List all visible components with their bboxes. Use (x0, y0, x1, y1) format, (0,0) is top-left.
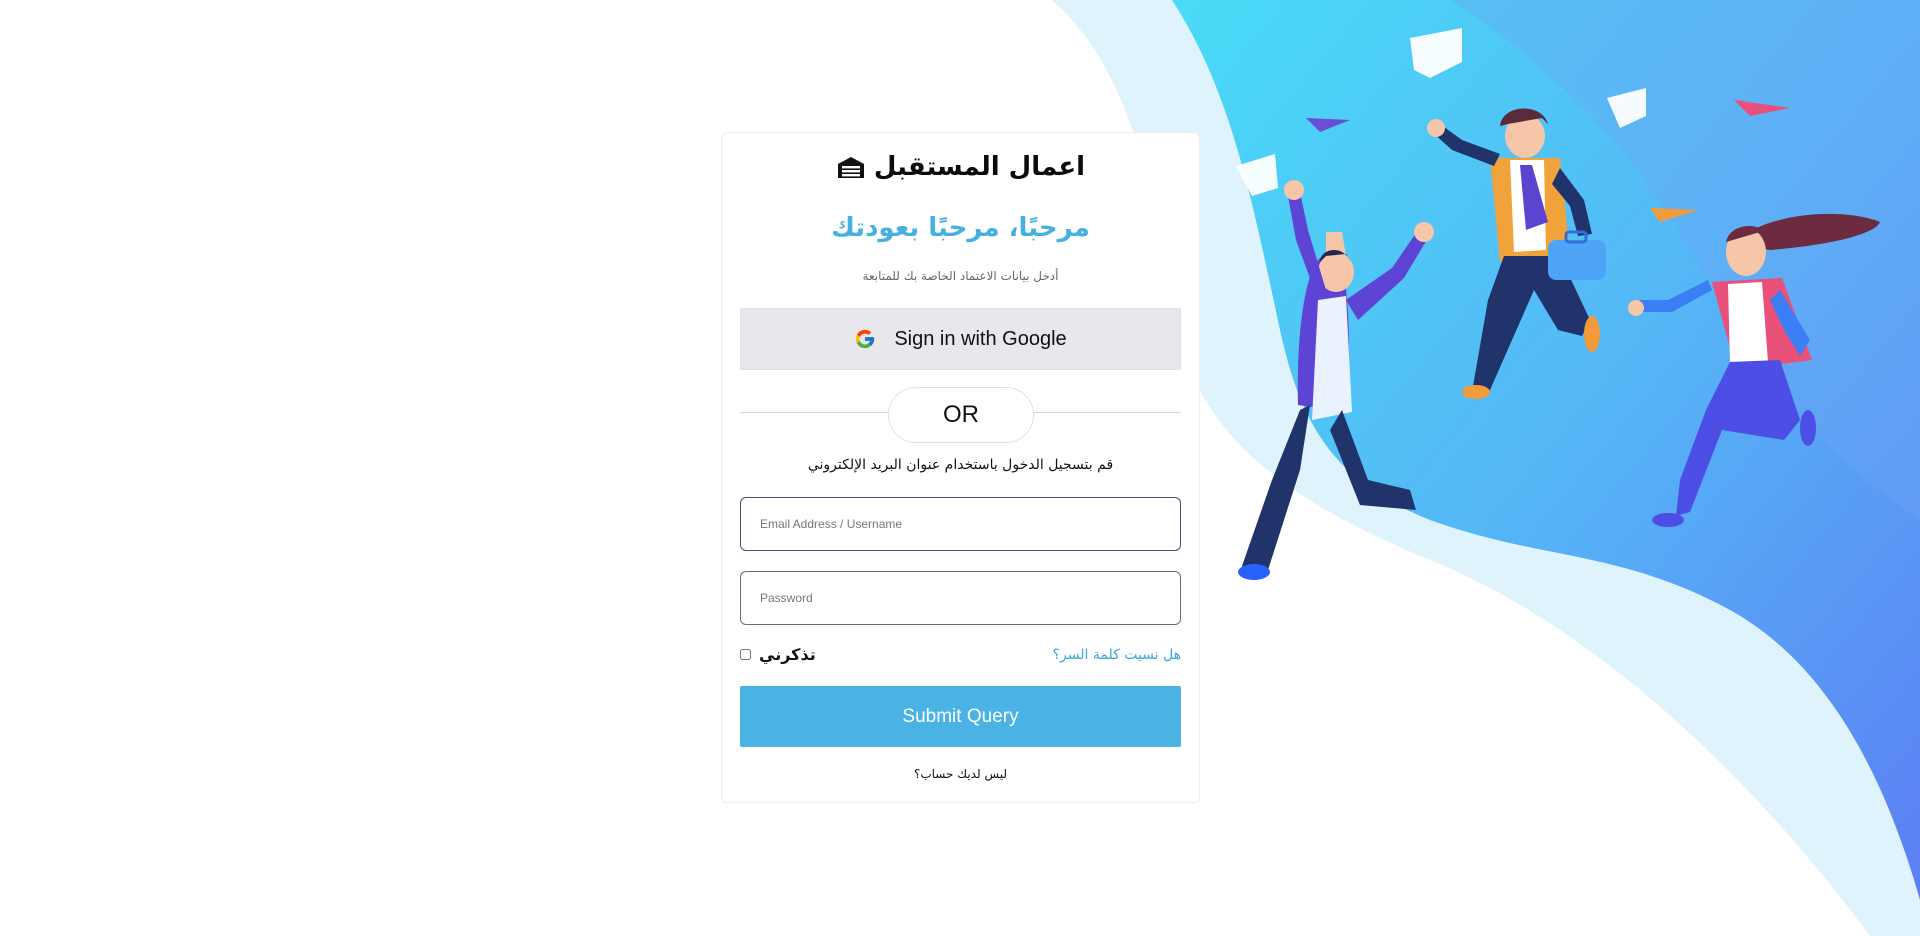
or-divider: OR (888, 387, 1034, 443)
login-card: اعمال المستقبل مرحبًا، مرحبًا بعودتك أدخ… (721, 132, 1200, 803)
welcome-heading: مرحبًا، مرحبًا بعودتك (831, 213, 1090, 243)
brand-header: اعمال المستقبل (722, 147, 1199, 187)
remember-me-label[interactable]: تذكرني (759, 645, 816, 664)
remember-me: تذكرني (740, 645, 816, 664)
remember-me-checkbox[interactable] (740, 649, 751, 660)
login-subtitle: أدخل بيانات الاعتماد الخاصة بك للمتابعة (862, 269, 1059, 283)
google-icon (856, 329, 875, 349)
google-button-label: Sign in with Google (894, 327, 1067, 350)
forgot-password-link[interactable]: هل نسيت كلمة السر؟ (1053, 647, 1181, 663)
email-username-input[interactable] (740, 497, 1181, 551)
password-input[interactable] (740, 571, 1181, 625)
submit-button[interactable]: Submit Query (740, 686, 1181, 747)
google-sign-in-button[interactable]: Sign in with Google (740, 308, 1181, 370)
email-login-heading: قم بتسجيل الدخول باستخدام عنوان البريد ا… (807, 457, 1114, 473)
garage-icon (837, 157, 864, 178)
no-account-link[interactable]: ليس لديك حساب؟ (722, 767, 1199, 781)
brand-name: اعمال المستقبل (873, 152, 1086, 182)
